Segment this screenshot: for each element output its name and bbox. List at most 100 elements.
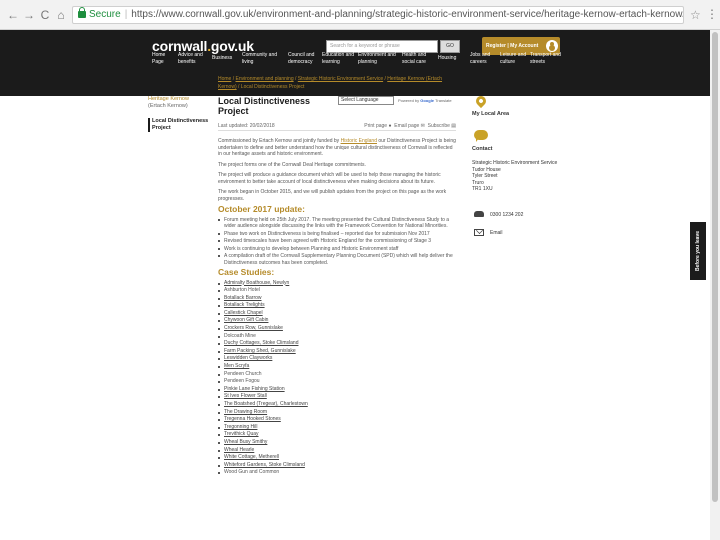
nav-item-label: living [242,59,254,65]
browser-toolbar: ← → C ⌂ Secure | https://www.cornwall.gov.… [0,0,720,30]
nav-item[interactable]: Environment and planning [358,52,396,66]
powered-by-google: Powered by Google Translate [398,98,452,103]
scrollbar-thumb[interactable] [712,32,718,502]
case-studies-list: Admiralty Boathouse, Newlyn Ashburton Hot… [218,280,456,477]
nav-item[interactable]: Housing [438,55,456,62]
powered-prefix: Powered by [398,98,420,103]
nav-item-label: benefits [178,59,196,65]
case-study-item: Wood Gun and Common [218,469,456,477]
list-item: A compilation draft of the Cornwall Supp… [218,253,456,266]
lock-icon [78,7,86,18]
case-study-item: Pendeen Fogou [218,378,456,386]
case-study-item: Pendeen Church [218,371,456,379]
nav-item[interactable]: Education and learning [322,52,354,66]
leftnav-current-page[interactable]: Local Distinctiveness Project [148,118,210,132]
nav-item-label: Housing [438,55,457,61]
case-study-item[interactable]: The Drawing Room [218,409,456,417]
nav-item[interactable]: Transport and streets [530,52,561,66]
case-study-item[interactable]: Wheal Busy Smithy [218,439,456,447]
section-navigation: Heritage Kernow (Ertach Kernow) Local Di… [148,96,210,132]
nav-item[interactable]: Business [212,55,232,62]
update-heading: October 2017 update: [218,204,305,214]
leftnav-heritage-kernow[interactable]: Heritage Kernow [148,96,210,103]
reload-icon[interactable]: C [38,8,52,22]
my-local-area-link[interactable]: My Local Area [472,111,509,117]
nav-item-label: Community and [242,52,278,58]
nav-item[interactable]: Community and living [242,52,277,66]
case-study-item[interactable]: Men Scryfa [218,363,456,371]
email-icon [474,229,484,236]
last-updated: Last updated: 20/02/2018 [218,123,275,129]
case-study-item[interactable]: Trevithick Quay [218,431,456,439]
case-study-item[interactable]: Farm Packing Shed, Gunnislake [218,348,456,356]
page-scrollbar[interactable] [710,30,720,540]
intro-text-a: Commissioned by Ertach Kernow and jointl… [218,138,341,144]
nav-item-label: Environment and [358,52,396,58]
print-page-link[interactable]: Print page [364,123,387,129]
main-content: Local Distinctiveness Project Select Lang… [218,96,464,475]
nav-item-label: Health and [402,52,427,58]
case-study-item[interactable]: Tregenna Hooked Stones [218,416,456,424]
progress-paragraph: The work began in October 2015, and we w… [218,189,447,202]
case-study-item[interactable]: The Boatshed (Tregear), Charlestown [218,401,456,409]
case-study-item[interactable]: Wheal Hearle [218,447,456,455]
phone-number[interactable]: 0300 1234 202 [490,212,523,218]
forward-icon[interactable]: → [22,8,36,22]
nav-item-label: learning [322,59,340,65]
case-study-item[interactable]: Pinkie Lane Fishing Station [218,386,456,394]
breadcrumb-home[interactable]: Home [218,76,231,82]
list-item: Revised timescales have been agreed with… [218,238,456,245]
case-study-item[interactable]: Chywoon Gift Cabin [218,317,456,325]
case-study-item[interactable]: Callestick Chapel [218,310,456,318]
case-studies-heading: Case Studies: [218,267,275,277]
case-study-item[interactable]: White Cottage, Metherell [218,454,456,462]
secure-label: Secure [89,9,121,20]
leftnav-ertach-kernow[interactable]: (Ertach Kernow) [148,103,210,110]
bookmark-star-icon[interactable]: ☆ [690,8,701,22]
breadcrumb-current: Local Distinctiveness Project [240,84,305,90]
case-study-item[interactable]: Leswidden Clayworks [218,355,456,363]
case-study-item[interactable]: Botallack Trelights [218,302,456,310]
nav-item[interactable]: Advice and benefits [178,52,203,66]
nav-item-label: democracy [288,59,313,65]
case-study-item[interactable]: Admiralty Boathouse, Newlyn [218,280,456,288]
breadcrumb-environment[interactable]: Environment and planning [236,76,294,82]
nav-item-label: Council and [288,52,315,58]
nav-item[interactable]: Home Page [152,52,165,66]
deal-paragraph: The project forms one of the Cornwall De… [218,161,366,168]
case-study-item[interactable]: Tregonning Hill [218,424,456,432]
nav-item-label: Leisure and [500,52,527,58]
google-logo: Google [420,98,435,103]
nav-item[interactable]: Health and social care [402,52,426,66]
nav-item[interactable]: Leisure and culture [500,52,526,66]
case-study-item[interactable]: Crockers Row, Gunnislake [218,325,456,333]
nav-item[interactable]: Jobs and careers [470,52,490,66]
nav-item-label: culture [500,59,516,65]
case-study-item[interactable]: Botallack Barrow [218,295,456,303]
language-select[interactable]: Select Language [338,96,394,105]
subscribe-link[interactable]: Subscribe [428,123,450,129]
nav-item-label: planning [358,59,377,65]
nav-item-label: Advice and [178,52,203,58]
register-label: Register | My Account [486,43,539,49]
search-go-button[interactable]: GO [440,40,460,53]
case-study-item: Dolcoath Mine [218,333,456,341]
back-icon[interactable]: ← [6,8,20,22]
before-you-leave-tab[interactable]: Before you leave [690,222,706,280]
home-icon[interactable]: ⌂ [54,8,68,22]
email-link[interactable]: Email [490,230,503,236]
nav-item-label: careers [470,59,487,65]
historic-england-link[interactable]: Historic England [341,138,377,144]
breadcrumb-historic-service[interactable]: Strategic Historic Environment Service [298,76,383,82]
article-body: Commissioned by Ertach Kernow and jointl… [218,138,456,477]
guidance-paragraph: The project will produce a guidance docu… [218,172,441,185]
speech-bubble-icon [474,130,488,142]
address-bar[interactable]: Secure | https://www.cornwall.gov.uk/envir… [72,6,684,24]
nav-item-label: Page [152,59,164,65]
email-page-link[interactable]: Email page [394,123,419,129]
nav-item[interactable]: Council and democracy [288,52,314,66]
browser-menu-icon[interactable]: ⋮ [706,7,718,21]
case-study-item[interactable]: Whiteford Gardens, Stoke Climsland [218,462,456,470]
case-study-item[interactable]: Duchy Cottages, Stoke Climsland [218,340,456,348]
case-study-item[interactable]: St Ives Flower Stall [218,393,456,401]
